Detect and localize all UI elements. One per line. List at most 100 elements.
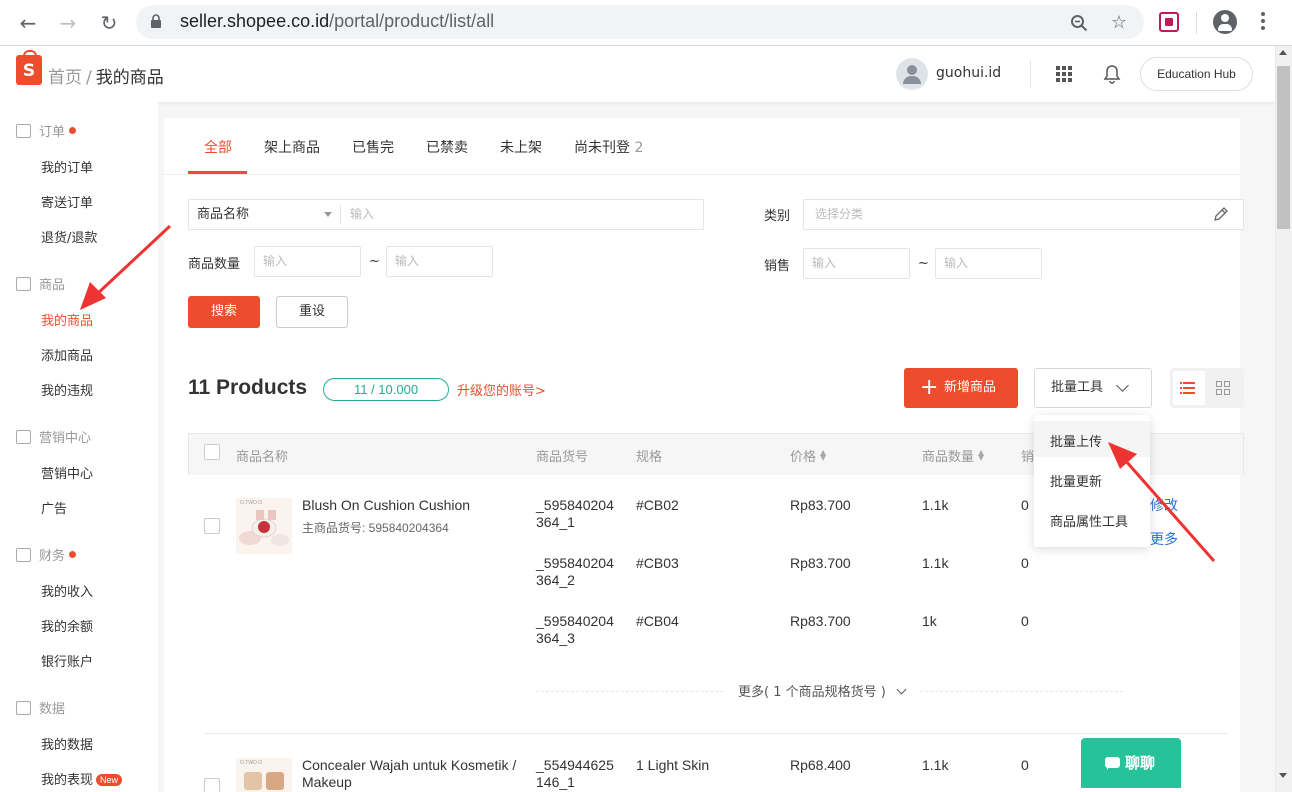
pencil-icon[interactable] xyxy=(1213,206,1229,222)
tab[interactable]: 全部 xyxy=(204,137,232,157)
upgrade-account-link[interactable]: 升级您的账号> xyxy=(457,380,546,399)
sidebar-item[interactable]: 银行账户 xyxy=(41,651,93,670)
sidebar-group-3[interactable]: 财务 xyxy=(16,545,77,564)
bookmark-star-icon[interactable]: ☆ xyxy=(1110,14,1128,32)
edit-link[interactable]: 修改 xyxy=(1150,497,1178,514)
sidebar-item[interactable]: 我的商品 xyxy=(41,310,93,329)
sidebar-item[interactable]: 我的余额 xyxy=(41,616,93,635)
product-thumbnail[interactable]: O.TWO.O xyxy=(236,498,292,554)
profile-icon[interactable] xyxy=(1213,10,1237,34)
scroll-down-arrow-icon[interactable] xyxy=(1279,773,1287,778)
select-all-checkbox[interactable] xyxy=(204,444,220,460)
avatar[interactable] xyxy=(896,58,928,90)
shopee-logo[interactable]: S xyxy=(16,50,42,85)
sidebar-item[interactable]: 我的违规 xyxy=(41,380,93,399)
breadcrumb: 首页 / 我的商品 xyxy=(48,63,164,88)
product-name[interactable]: Concealer Wajah untuk Kosmetik / Makeup xyxy=(302,757,516,791)
quantity-label: 商品数量 xyxy=(188,257,241,272)
tab-label: 已售完 xyxy=(352,140,394,156)
more-actions-link[interactable]: 更多 xyxy=(1150,531,1178,548)
sidebar-item[interactable]: 广告 xyxy=(41,498,67,517)
sidebar-item[interactable]: 我的收入 xyxy=(41,581,93,600)
sidebar-item-label: 我的数据 xyxy=(41,738,94,753)
column-header: 规格 xyxy=(636,446,662,465)
grid-view-icon[interactable] xyxy=(1216,381,1230,395)
tab-label: 尚未刊登 xyxy=(574,140,630,156)
tab[interactable]: 已禁卖 xyxy=(426,137,468,157)
sidebar-group-1[interactable]: 商品 xyxy=(16,274,65,293)
variant-sales: 0 xyxy=(1021,757,1029,773)
username[interactable]: guohui.id xyxy=(936,65,1001,81)
quantity-min-input[interactable]: 输入 xyxy=(254,246,361,277)
sidebar-item-label: 我的表现 xyxy=(41,773,94,788)
product-name[interactable]: Blush On Cushion Cushion xyxy=(302,497,470,514)
product-count: 11 Products xyxy=(188,376,308,399)
sidebar-item-label: 营销中心 xyxy=(41,467,94,482)
apps-grid-icon[interactable] xyxy=(1056,66,1072,82)
variant-sales: 0 xyxy=(1021,613,1029,629)
tab-label: 已禁卖 xyxy=(426,140,468,156)
variant-quantity: 1.1k xyxy=(922,497,949,513)
add-product-button[interactable]: + 新增商品 xyxy=(904,368,1018,408)
menu-item-bulk-upload[interactable]: 批量上传 xyxy=(1050,431,1102,450)
sales-range-tilde: ~ xyxy=(918,256,929,271)
address-bar[interactable]: seller.shopee.co.id/portal/product/list/… xyxy=(136,5,1144,39)
tab[interactable]: 已售完 xyxy=(352,137,394,157)
sidebar-item[interactable]: 我的订单 xyxy=(41,157,93,176)
column-header[interactable]: 价格 ▲ ▼ xyxy=(790,446,826,466)
blush-cushion-image xyxy=(239,510,289,546)
sidebar-item[interactable]: 我的表现 New xyxy=(41,769,123,788)
reload-icon[interactable]: ↻ xyxy=(97,11,121,35)
search-button[interactable]: 搜索 xyxy=(188,296,260,328)
bell-icon[interactable] xyxy=(1103,64,1121,84)
product-name-input[interactable]: 输入 xyxy=(341,199,704,230)
quantity-max-input[interactable]: 输入 xyxy=(386,246,493,277)
sidebar-item[interactable]: 我的数据 xyxy=(41,734,93,753)
menu-item-attribute-tool[interactable]: 商品属性工具 xyxy=(1050,511,1128,530)
menu-item-bulk-update[interactable]: 批量更新 xyxy=(1050,471,1102,490)
variant-price: Rp68.400 xyxy=(790,757,851,773)
sidebar-group-label: 数据 xyxy=(39,702,66,717)
sidebar-item-label: 我的订单 xyxy=(41,161,94,176)
chat-button[interactable]: 聊聊 xyxy=(1081,738,1181,788)
sidebar-item[interactable]: 添加商品 xyxy=(41,345,93,364)
sidebar-item[interactable]: 寄送订单 xyxy=(41,192,93,211)
sidebar-group-0[interactable]: 订单 xyxy=(16,121,77,140)
variant-quantity: 1k xyxy=(922,613,937,629)
sidebar-item-label: 寄送订单 xyxy=(41,196,94,211)
column-header-label: 商品名称 xyxy=(236,450,289,465)
forward-arrow-icon[interactable]: → xyxy=(56,11,80,35)
scrollbar-thumb[interactable] xyxy=(1277,66,1290,229)
tab[interactable]: 架上商品 xyxy=(264,137,320,157)
sales-max-input[interactable]: 输入 xyxy=(935,248,1042,279)
browser-menu-icon[interactable] xyxy=(1260,12,1266,34)
row-checkbox[interactable] xyxy=(204,778,220,792)
tab[interactable]: 尚未刊登 2 xyxy=(574,137,643,157)
product-thumbnail[interactable]: O.TWO.O xyxy=(236,758,292,792)
seller-header: S 首页 / 我的商品 guohui.id Education Hub xyxy=(0,46,1275,102)
education-hub-button[interactable]: Education Hub xyxy=(1140,57,1253,91)
category-input[interactable]: 选择分类 xyxy=(803,199,1244,230)
breadcrumb-home[interactable]: 首页 xyxy=(48,68,82,88)
category-label: 类别 xyxy=(764,209,791,224)
sidebar-item[interactable]: 营销中心 xyxy=(41,463,93,482)
zoom-icon[interactable] xyxy=(1070,14,1088,32)
bulk-tools-button[interactable]: 批量工具 xyxy=(1034,368,1152,408)
back-arrow-icon[interactable]: ← xyxy=(16,11,40,35)
sidebar-item[interactable]: 退货/退款 xyxy=(41,227,97,246)
name-type-select[interactable]: 商品名称 xyxy=(188,199,340,230)
scroll-up-arrow-icon[interactable] xyxy=(1279,50,1287,55)
sidebar-group-2[interactable]: 营销中心 xyxy=(16,427,91,446)
variant-sku: _595840204 364_1 xyxy=(536,497,614,530)
tab[interactable]: 未上架 xyxy=(500,137,542,157)
reset-button[interactable]: 重设 xyxy=(276,296,348,328)
sales-min-input[interactable]: 输入 xyxy=(803,248,910,279)
sidebar-group-4[interactable]: 数据 xyxy=(16,698,65,717)
column-header[interactable]: 商品数量 ▲ ▼ xyxy=(922,446,984,466)
more-variants-toggle[interactable]: 更多( 1 个商品规格货号 ) xyxy=(724,681,919,700)
list-view-icon[interactable] xyxy=(1173,371,1205,405)
row-checkbox[interactable] xyxy=(204,518,220,534)
browser-toolbar: ← → ↻ seller.shopee.co.id/portal/product… xyxy=(0,0,1292,46)
extension-icon[interactable] xyxy=(1159,12,1179,32)
column-header-label: 商品数量 xyxy=(922,450,975,465)
